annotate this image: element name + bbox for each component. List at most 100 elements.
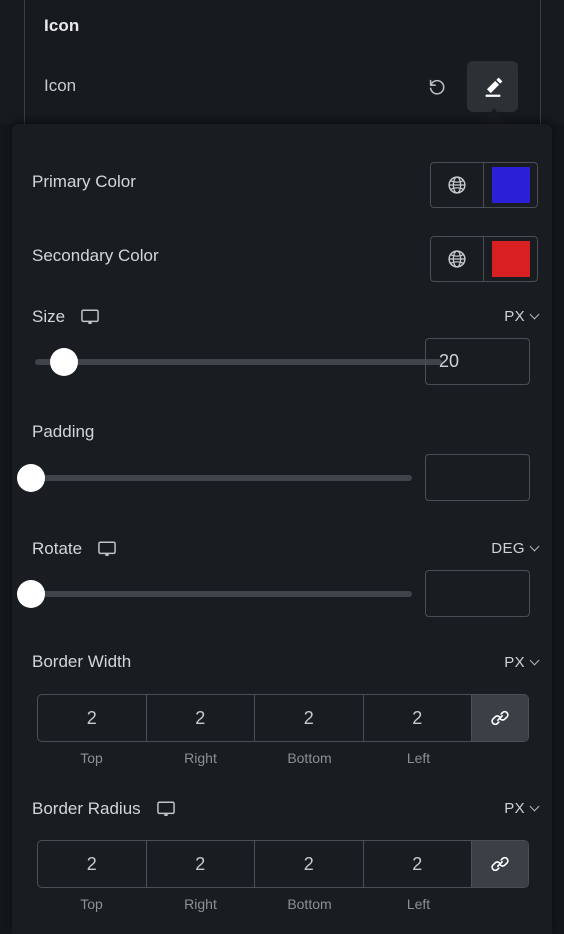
border-width-top-value: 2	[86, 707, 97, 728]
rotate-slider-knob[interactable]	[17, 580, 45, 608]
size-row: Size PX 20	[12, 302, 552, 398]
border-radius-bottom-input[interactable]: 2	[255, 841, 364, 887]
padding-slider-knob[interactable]	[17, 464, 45, 492]
globe-icon	[448, 176, 466, 194]
border-width-top-input[interactable]: 2	[38, 695, 147, 741]
border-radius-row: Border Radius PX 2 2 2 2 Top Right Botto…	[12, 796, 552, 916]
border-width-header: Border Width	[32, 652, 131, 672]
size-slider[interactable]	[35, 348, 442, 376]
size-label: Size	[32, 307, 66, 326]
border-radius-label: Border Radius	[32, 799, 141, 818]
size-unit-dropdown[interactable]: PX	[504, 308, 540, 325]
border-radius-left-input[interactable]: 2	[364, 841, 472, 887]
padding-header: Padding	[32, 422, 94, 442]
padding-value-input[interactable]	[425, 454, 530, 501]
secondary-color-swatch-button[interactable]	[484, 237, 537, 281]
border-radius-link-toggle[interactable]	[472, 841, 528, 887]
border-width-right-value: 2	[195, 707, 206, 728]
rotate-unit-value: DEG	[491, 540, 525, 557]
reset-button[interactable]	[422, 72, 452, 102]
pencil-icon	[485, 77, 502, 97]
rotate-label: Rotate	[32, 539, 83, 558]
border-width-unit-value: PX	[504, 654, 525, 671]
border-radius-side-labels: Top Right Bottom Left	[37, 896, 529, 912]
link-icon	[491, 710, 509, 726]
border-radius-bottom-value: 2	[303, 853, 314, 874]
rotate-row: Rotate DEG	[12, 534, 552, 630]
border-width-right-input[interactable]: 2	[147, 695, 255, 741]
border-radius-unit-dropdown[interactable]: PX	[504, 800, 540, 817]
border-radius-unit-value: PX	[504, 800, 525, 817]
size-value: 20	[439, 351, 460, 371]
primary-color-swatch	[491, 167, 530, 203]
border-width-side-label-left: Left	[406, 750, 431, 766]
rotate-slider[interactable]	[17, 580, 412, 608]
border-width-label: Border Width	[32, 652, 132, 671]
border-width-left-value: 2	[412, 707, 423, 728]
reset-icon	[429, 79, 445, 95]
size-slider-track	[35, 359, 442, 365]
rotate-value-input[interactable]	[425, 570, 530, 617]
padding-label: Padding	[32, 422, 95, 441]
link-icon	[491, 856, 509, 872]
size-slider-knob[interactable]	[50, 348, 79, 376]
padding-slider-track	[17, 475, 412, 481]
border-radius-left-value: 2	[412, 853, 423, 874]
chevron-down-icon	[529, 309, 540, 320]
primary-color-label: Primary Color	[32, 172, 136, 191]
primary-color-swatch-button[interactable]	[484, 163, 537, 207]
border-width-side-labels: Top Right Bottom Left	[37, 750, 529, 766]
rotate-unit-dropdown[interactable]: DEG	[491, 540, 540, 557]
border-width-unit-dropdown[interactable]: PX	[504, 654, 540, 671]
size-header: Size	[32, 306, 101, 328]
border-width-row: Border Width PX 2 2 2 2 Top Right Bottom…	[12, 650, 552, 770]
border-width-inputs: 2 2 2 2	[37, 694, 529, 742]
secondary-color-row: Secondary Color	[12, 228, 552, 286]
icon-style-popover: Primary Color Secondary Color Size PX 20…	[12, 124, 552, 934]
border-radius-right-input[interactable]: 2	[147, 841, 255, 887]
monitor-icon[interactable]	[79, 306, 101, 328]
secondary-color-control	[430, 236, 538, 282]
monitor-icon[interactable]	[96, 538, 118, 560]
border-radius-header: Border Radius	[32, 798, 177, 820]
border-radius-right-value: 2	[195, 853, 206, 874]
border-width-side-label-right: Right	[184, 750, 217, 766]
rotate-header: Rotate	[32, 538, 118, 560]
border-width-left-input[interactable]: 2	[364, 695, 472, 741]
icon-section-header: Icon Icon	[0, 0, 564, 124]
padding-row: Padding	[12, 418, 552, 514]
chevron-down-icon	[529, 801, 540, 812]
chevron-down-icon	[529, 541, 540, 552]
border-radius-side-label-bottom: Bottom	[287, 896, 332, 912]
border-radius-top-value: 2	[86, 853, 97, 874]
globe-icon	[448, 250, 466, 268]
primary-color-global-button[interactable]	[431, 163, 484, 207]
border-radius-side-label-left: Left	[406, 896, 431, 912]
border-width-side-label-bottom: Bottom	[287, 750, 332, 766]
icon-control-label: Icon	[44, 76, 77, 95]
section-title: Icon	[44, 16, 80, 35]
secondary-color-label: Secondary Color	[32, 246, 159, 265]
border-radius-side-label-top: Top	[80, 896, 103, 912]
padding-slider[interactable]	[17, 464, 412, 492]
primary-color-control	[430, 162, 538, 208]
size-value-input[interactable]: 20	[425, 338, 530, 385]
monitor-icon[interactable]	[155, 798, 177, 820]
border-width-label-spacer	[473, 750, 529, 766]
editor-panel-root: Icon Icon Primary Color Secondary Color …	[0, 0, 564, 934]
rotate-slider-track	[17, 591, 412, 597]
border-radius-label-spacer	[473, 896, 529, 912]
section-rail-right	[540, 0, 541, 124]
border-radius-side-label-right: Right	[184, 896, 217, 912]
border-width-bottom-value: 2	[303, 707, 314, 728]
border-radius-top-input[interactable]: 2	[38, 841, 147, 887]
section-rail-left	[24, 0, 25, 124]
secondary-color-global-button[interactable]	[431, 237, 484, 281]
border-radius-inputs: 2 2 2 2	[37, 840, 529, 888]
chevron-down-icon	[529, 655, 540, 666]
edit-icon-button[interactable]	[467, 61, 518, 112]
secondary-color-swatch	[491, 241, 530, 277]
border-width-bottom-input[interactable]: 2	[255, 695, 364, 741]
primary-color-row: Primary Color	[12, 154, 552, 212]
border-width-link-toggle[interactable]	[472, 695, 528, 741]
